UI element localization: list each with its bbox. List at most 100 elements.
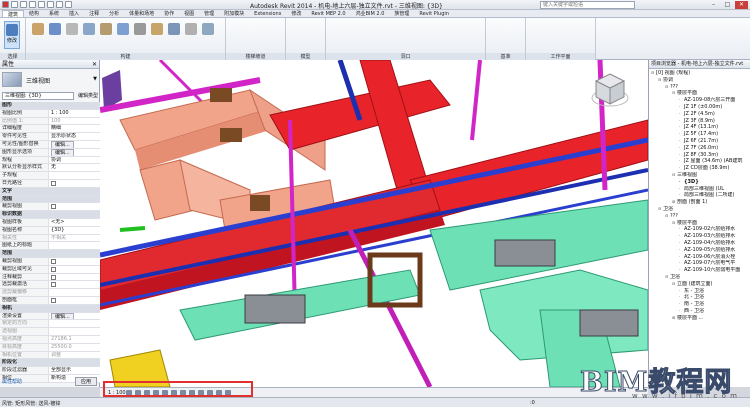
print-icon[interactable] — [47, 1, 54, 8]
tree-view-item[interactable]: · AZ-109-05六层给排水 — [649, 247, 749, 254]
properties-help-link[interactable]: 属性帮助 — [2, 378, 22, 385]
chevron-down-icon[interactable]: ▼ — [93, 76, 97, 82]
property-value[interactable]: 显示原状态 — [48, 133, 100, 140]
ribbon-tab[interactable]: 结构 — [24, 10, 44, 17]
build-tool-button[interactable] — [183, 21, 199, 49]
property-group[interactable]: 文字 — [0, 187, 100, 196]
ribbon-tab[interactable]: 视图 — [179, 10, 199, 17]
property-value[interactable]: 精细 — [48, 125, 100, 133]
view-cube[interactable] — [590, 70, 630, 110]
ribbon-tab[interactable]: 分析 — [104, 10, 124, 17]
ribbon-tab[interactable]: 注释 — [84, 10, 104, 17]
checkbox-icon[interactable] — [51, 258, 56, 264]
tree-view-item[interactable]: · 南 - 卫浴 — [649, 301, 749, 308]
tree-view-item[interactable]: · 北 - 卫浴 — [649, 294, 749, 301]
close-icon[interactable]: ✕ — [92, 60, 97, 69]
property-value[interactable]: 不相关 — [48, 234, 100, 242]
property-value[interactable] — [48, 289, 100, 296]
checkbox-icon[interactable] — [51, 297, 56, 303]
edit-button[interactable]: 编辑... — [51, 148, 74, 156]
checkbox-icon[interactable] — [51, 266, 56, 272]
damper[interactable] — [220, 128, 242, 142]
diffuser[interactable] — [244, 294, 306, 324]
3d-viewport[interactable] — [100, 60, 648, 387]
tree-view-item[interactable]: · 局部三维视图 (二所建) — [649, 192, 749, 199]
edit-button[interactable]: 编辑... — [51, 312, 74, 320]
mep-3d-model[interactable] — [100, 60, 648, 387]
pipe[interactable] — [119, 226, 146, 232]
open-icon[interactable] — [11, 1, 18, 8]
tree-folder[interactable]: ⊟ 三维视图 — [649, 172, 749, 179]
property-group[interactable]: 图形 — [0, 102, 100, 110]
property-value[interactable] — [48, 328, 100, 335]
build-tool-button[interactable] — [149, 21, 165, 49]
property-value[interactable]: 全部显示 — [48, 367, 100, 374]
ribbon-tab[interactable]: 附加模块 — [219, 10, 249, 17]
tree-view-item[interactable]: · AZ-109-06六层消火栓 — [649, 254, 749, 261]
property-group[interactable]: 标识数据 — [0, 211, 100, 219]
ribbon-tab[interactable]: 建筑 — [2, 10, 25, 18]
edit-button[interactable]: 编辑... — [51, 140, 74, 148]
minimize-button[interactable]: – — [707, 1, 720, 9]
tree-folder[interactable]: ⊟ 协调 — [649, 77, 749, 84]
ribbon-tab[interactable]: 族管理 — [389, 10, 414, 17]
tree-view-item[interactable]: · {3D} — [649, 179, 749, 186]
undo-icon[interactable] — [29, 1, 36, 8]
property-edit-button[interactable]: 编辑... — [48, 148, 100, 156]
maximize-button[interactable]: □ — [721, 1, 734, 9]
checkbox-icon[interactable] — [51, 204, 56, 210]
app-menu-icon[interactable] — [2, 1, 9, 8]
tree-folder[interactable]: ⊟??? — [649, 84, 749, 91]
ribbon-tab[interactable]: Revit Plugin — [414, 10, 454, 17]
ribbon-tab[interactable]: 管理 — [199, 10, 219, 17]
property-value[interactable]: 100 — [48, 117, 100, 125]
tree-view-item[interactable]: · JZ 3F (8.9m) — [649, 118, 749, 125]
property-value[interactable]: 25500.0 — [48, 343, 100, 351]
property-checkbox[interactable] — [48, 203, 100, 211]
tree-view-item[interactable]: · JZ 1F (±0.00m) — [649, 104, 749, 111]
property-edit-button[interactable]: 编辑... — [48, 312, 100, 320]
build-tool-button[interactable] — [81, 21, 97, 49]
tree-folder[interactable]: ⊟ [0] 视图 (规程) — [649, 70, 749, 77]
tree-view-item[interactable]: · AZ-109-08六层三开面 — [649, 97, 749, 104]
tree-view-item[interactable]: · JZ 4F (13.1m) — [649, 124, 749, 131]
property-value[interactable]: <无> — [48, 218, 100, 226]
property-group[interactable]: 范围 — [0, 195, 100, 204]
build-tool-button[interactable] — [64, 21, 80, 49]
tree-view-item[interactable]: · AZ-109-02六层给排水 — [649, 226, 749, 233]
tree-folder[interactable]: ⊟ 卫浴 — [649, 274, 749, 281]
ribbon-tab[interactable]: 修改 — [286, 10, 306, 17]
build-tool-button[interactable] — [30, 21, 46, 49]
ribbon-tab[interactable]: 鸿业BIM 2.0 — [351, 10, 390, 17]
property-value[interactable] — [48, 172, 100, 179]
tree-view-item[interactable]: · JZ 8F (30.3m) — [649, 152, 749, 159]
diffuser[interactable] — [494, 239, 556, 267]
close-button[interactable]: ✕ — [735, 1, 748, 9]
type-selector[interactable]: 三维视图: {3D} — [2, 91, 74, 100]
thin-lines-icon[interactable] — [65, 1, 72, 8]
property-value[interactable] — [48, 242, 100, 250]
property-checkbox[interactable] — [48, 257, 100, 265]
build-tool-button[interactable] — [98, 21, 114, 49]
redo-icon[interactable] — [38, 1, 45, 8]
tree-view-item[interactable]: · AZ-109-10六层弱电平面 — [649, 267, 749, 274]
build-tool-button[interactable] — [47, 21, 63, 49]
property-value[interactable] — [48, 320, 100, 328]
edit-type-button[interactable]: 编辑类型 — [78, 92, 98, 99]
tree-view-item[interactable]: · 西 - 卫浴 — [649, 308, 749, 315]
tree-folder[interactable]: ⊟ 卫浴 — [649, 206, 749, 213]
tree-view-item[interactable]: · 局部三维视图 (UL — [649, 186, 749, 193]
property-checkbox[interactable] — [48, 273, 100, 281]
tree-view-item[interactable]: · 东 - 卫浴 — [649, 288, 749, 295]
property-checkbox[interactable] — [48, 179, 100, 187]
tree-view-item[interactable]: · JZ 6F (21.7m) — [649, 138, 749, 145]
property-value[interactable]: 无 — [48, 164, 100, 172]
property-group[interactable]: 范围 — [0, 250, 100, 258]
ribbon-tab[interactable]: 系统 — [44, 10, 64, 17]
property-value[interactable]: 调整 — [48, 351, 100, 359]
checkbox-icon[interactable] — [51, 274, 56, 280]
checkbox-icon[interactable] — [51, 282, 56, 288]
apply-button[interactable]: 应用 — [74, 377, 97, 386]
tree-folder[interactable]: ⊞ 剖面 (剖面 1) — [649, 199, 749, 206]
property-checkbox[interactable] — [48, 265, 100, 273]
